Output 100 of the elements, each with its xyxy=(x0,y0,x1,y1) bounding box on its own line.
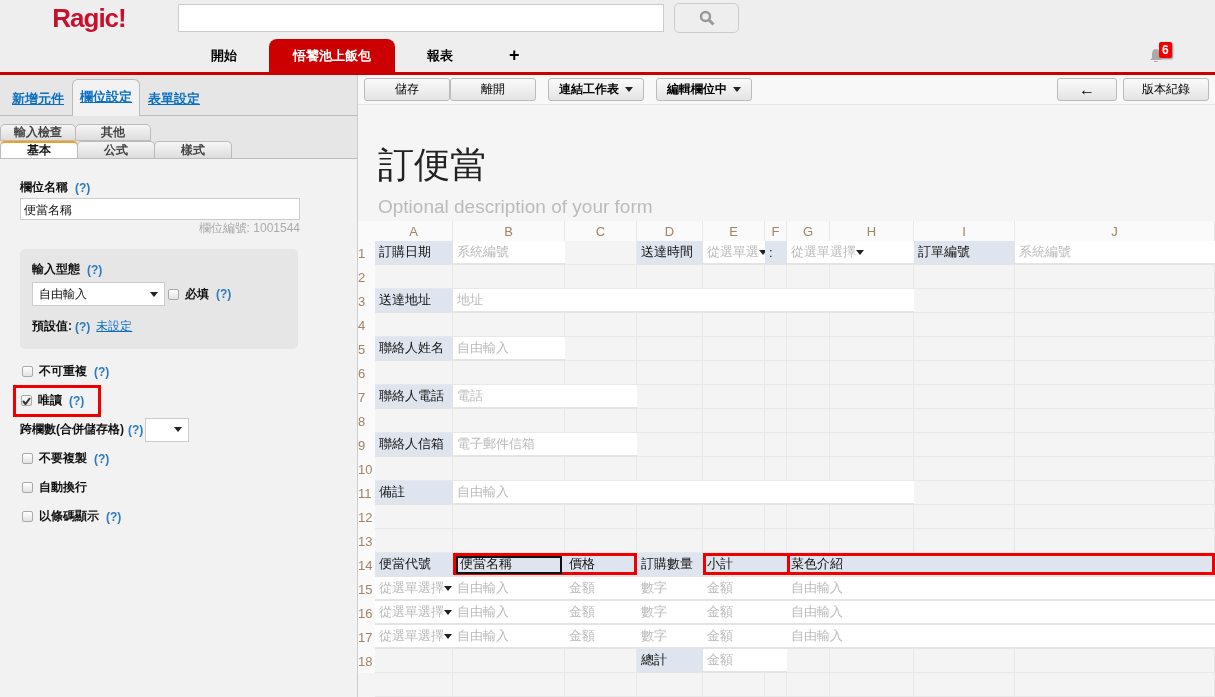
column-header[interactable]: D xyxy=(637,221,703,241)
help-link[interactable]: (?) xyxy=(94,451,110,466)
field-label-cell[interactable]: 送達時間 xyxy=(637,241,703,265)
table-cell[interactable] xyxy=(914,529,1015,553)
column-header[interactable]: F xyxy=(765,221,787,241)
column-header[interactable]: C xyxy=(565,221,637,241)
column-header[interactable]: J xyxy=(1015,221,1215,241)
table-cell[interactable] xyxy=(703,529,765,553)
table-cell[interactable] xyxy=(453,457,565,481)
table-cell[interactable] xyxy=(637,409,703,433)
table-cell[interactable] xyxy=(565,529,637,553)
sub-tab[interactable]: 其他 xyxy=(75,124,151,141)
table-cell[interactable] xyxy=(453,361,565,385)
panel-tab[interactable]: 欄位設定 xyxy=(72,79,140,116)
column-header[interactable]: A xyxy=(375,221,453,241)
table-cell[interactable] xyxy=(565,241,637,265)
table-cell[interactable] xyxy=(565,337,637,361)
table-cell[interactable] xyxy=(375,529,453,553)
table-cell[interactable] xyxy=(375,313,453,337)
input-field[interactable]: 便當名稱 xyxy=(20,198,300,220)
help-link[interactable]: (?) xyxy=(75,180,91,195)
table-cell[interactable] xyxy=(637,385,703,409)
table-cell[interactable] xyxy=(565,313,637,337)
field-label-cell[interactable]: 菜色介紹 xyxy=(787,553,1215,577)
nav-tab[interactable]: 開始 xyxy=(183,39,265,72)
table-cell[interactable] xyxy=(637,457,703,481)
table-cell[interactable] xyxy=(453,409,565,433)
table-cell[interactable] xyxy=(765,529,787,553)
type-select[interactable]: 自由輸入 xyxy=(32,282,165,306)
help-link[interactable]: (?) xyxy=(69,393,85,408)
help-link[interactable]: (?) xyxy=(75,319,91,334)
field-label-cell[interactable]: 聯絡人姓名 xyxy=(375,337,453,361)
toolbar-button[interactable]: 連結工作表 xyxy=(548,78,644,101)
logo[interactable]: Ragic! xyxy=(0,2,178,34)
table-cell[interactable] xyxy=(637,529,703,553)
table-cell[interactable] xyxy=(375,361,453,385)
table-cell[interactable] xyxy=(375,265,453,289)
table-cell[interactable] xyxy=(765,265,787,289)
table-cell[interactable] xyxy=(637,433,703,457)
column-header[interactable]: I xyxy=(914,221,1015,241)
nav-tab[interactable]: 報表 xyxy=(399,39,481,72)
table-cell[interactable] xyxy=(453,265,565,289)
sub-tab[interactable]: 公式 xyxy=(77,141,155,158)
checkbox[interactable] xyxy=(22,482,33,493)
field-label-cell[interactable]: 小計 xyxy=(703,553,787,577)
field-label-cell[interactable]: 便當名稱 xyxy=(453,553,565,577)
nav-tab[interactable]: 悟饕池上飯包 xyxy=(269,39,395,72)
default-link[interactable]: 未設定 xyxy=(96,318,133,335)
table-cell[interactable] xyxy=(375,409,453,433)
table-cell[interactable] xyxy=(914,265,1015,289)
table-cell[interactable] xyxy=(565,409,637,433)
table-cell[interactable] xyxy=(914,289,1015,313)
field-label-cell[interactable]: 總計 xyxy=(637,649,703,673)
field-label-cell[interactable]: 便當代號 xyxy=(375,553,453,577)
search-field[interactable] xyxy=(178,4,664,32)
checkbox[interactable] xyxy=(22,366,33,377)
field-label-cell[interactable]: 訂單編號 xyxy=(914,241,1015,265)
span-select[interactable] xyxy=(145,417,190,442)
table-cell[interactable] xyxy=(703,265,765,289)
field-label-cell[interactable]: 價格 xyxy=(565,553,637,577)
table-cell[interactable] xyxy=(453,313,565,337)
panel-tab[interactable]: 表單設定 xyxy=(140,81,208,116)
table-cell[interactable] xyxy=(453,529,565,553)
field-label-cell[interactable]: 聯絡人電話 xyxy=(375,385,453,409)
column-header[interactable]: B xyxy=(453,221,565,241)
help-link[interactable]: (?) xyxy=(94,364,110,379)
column-header[interactable]: E xyxy=(703,221,765,241)
help-link[interactable]: (?) xyxy=(106,509,122,524)
toolbar-button[interactable]: 離開 xyxy=(450,78,536,101)
field-label-cell[interactable]: 訂購日期 xyxy=(375,241,453,265)
table-cell[interactable] xyxy=(787,649,830,673)
checkbox[interactable] xyxy=(168,288,179,300)
sub-tab[interactable]: 樣式 xyxy=(154,141,232,158)
column-header[interactable]: G xyxy=(787,221,830,241)
table-cell[interactable] xyxy=(914,481,1015,505)
table-cell[interactable] xyxy=(637,265,703,289)
field-label-cell[interactable]: 聯絡人信箱 xyxy=(375,433,453,457)
table-cell[interactable] xyxy=(830,265,914,289)
field-label-cell[interactable]: 訂購數量 xyxy=(637,553,703,577)
help-link[interactable]: (?) xyxy=(87,262,103,277)
table-cell[interactable] xyxy=(830,529,914,553)
sub-tab[interactable]: 輸入檢查 xyxy=(0,124,76,141)
nav-tab[interactable]: + xyxy=(481,39,548,72)
table-cell[interactable] xyxy=(565,265,637,289)
panel-tab[interactable]: 新增元件 xyxy=(4,81,72,116)
checkbox[interactable] xyxy=(22,511,33,522)
field-label-cell[interactable]: 送達地址 xyxy=(375,289,453,313)
search-button[interactable] xyxy=(674,3,739,33)
toolbar-button[interactable]: 儲存 xyxy=(364,78,450,101)
help-link[interactable]: (?) xyxy=(128,422,144,437)
table-cell[interactable] xyxy=(375,457,453,481)
table-cell[interactable] xyxy=(565,457,637,481)
sub-tab[interactable]: 基本 xyxy=(0,141,78,158)
toolbar-button[interactable]: 版本紀錄 xyxy=(1123,78,1209,101)
bell-icon[interactable] xyxy=(1150,48,1162,62)
table-cell[interactable] xyxy=(787,265,830,289)
help-link[interactable]: (?) xyxy=(216,287,232,301)
field-label-cell[interactable]: : xyxy=(765,241,787,265)
column-header[interactable]: H xyxy=(830,221,914,241)
back-button[interactable]: ← xyxy=(1057,78,1117,101)
